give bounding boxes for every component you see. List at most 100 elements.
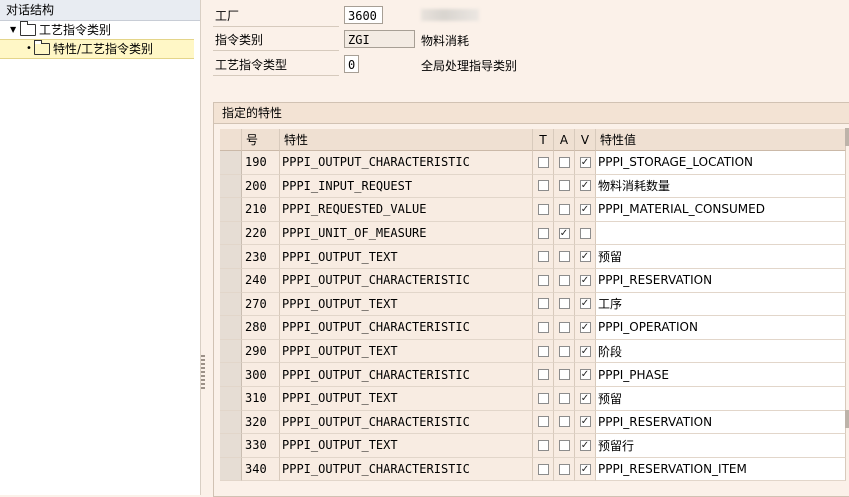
row-characteristic-value[interactable] (596, 221, 846, 246)
column-header-v[interactable]: V (575, 129, 596, 151)
checkbox-t[interactable] (537, 227, 549, 239)
row-number[interactable]: 300 (242, 363, 280, 387)
row-select-button[interactable] (220, 174, 242, 199)
order-category-type-field[interactable]: 0 (344, 55, 359, 73)
row-number[interactable]: 280 (242, 316, 280, 340)
row-characteristic-value[interactable]: PPPI_OPERATION (596, 316, 846, 340)
checkbox-t[interactable] (537, 274, 549, 286)
row-number[interactable]: 230 (242, 245, 280, 269)
row-select-button[interactable] (220, 245, 242, 269)
row-characteristic-value[interactable]: 预留行 (596, 434, 846, 458)
row-characteristic[interactable]: PPPI_INPUT_REQUEST (280, 174, 533, 199)
checkbox-t[interactable] (537, 156, 549, 168)
column-header-a[interactable]: A (554, 129, 575, 151)
scrollbar-thumb-top[interactable] (845, 128, 849, 146)
checkbox-t[interactable] (537, 345, 549, 357)
table-row[interactable]: 330 PPPI_OUTPUT_TEXT ✓ 预留行 (220, 434, 846, 458)
checkbox-v[interactable]: ✓ (579, 251, 591, 263)
row-select-button[interactable] (220, 363, 242, 387)
table-row[interactable]: 340 PPPI_OUTPUT_CHARACTERISTIC ✓ PPPI_RESER… (220, 457, 846, 482)
row-select-button[interactable] (220, 386, 242, 411)
table-row[interactable]: 200 PPPI_INPUT_REQUEST ✓ 物料消耗数量 (220, 174, 846, 199)
row-characteristic[interactable]: PPPI_OUTPUT_TEXT (280, 386, 533, 411)
row-characteristic-value[interactable]: PPPI_STORAGE_LOCATION (596, 151, 846, 175)
checkbox-v[interactable]: ✓ (579, 392, 591, 404)
checkbox-a[interactable] (558, 180, 570, 192)
row-characteristic-value[interactable]: 工序 (596, 292, 846, 317)
table-row[interactable]: 310 PPPI_OUTPUT_TEXT ✓ 预留 (220, 386, 846, 411)
row-number[interactable]: 220 (242, 221, 280, 246)
checkbox-a[interactable] (558, 345, 570, 357)
column-header-characteristic[interactable]: 特性 (280, 129, 533, 151)
row-characteristic-value[interactable]: PPPI_PHASE (596, 363, 846, 387)
checkbox-t[interactable] (537, 180, 549, 192)
checkbox-t[interactable] (537, 392, 549, 404)
plant-field[interactable]: 3600 (344, 6, 383, 24)
checkbox-v[interactable]: ✓ (579, 463, 591, 475)
checkbox-v[interactable]: ✓ (579, 439, 591, 451)
row-characteristic[interactable]: PPPI_OUTPUT_TEXT (280, 339, 533, 364)
checkbox-a[interactable] (558, 203, 570, 215)
checkbox-t[interactable] (537, 416, 549, 428)
tree-node-characteristics[interactable]: • 特性/工艺指令类别 (0, 39, 194, 59)
checkbox-v[interactable]: ✓ (579, 416, 591, 428)
checkbox-a[interactable] (558, 321, 570, 333)
tree-node-order-category[interactable]: ▼ 工艺指令类别 (0, 21, 200, 39)
row-characteristic[interactable]: PPPI_OUTPUT_CHARACTERISTIC (280, 151, 533, 175)
row-select-button[interactable] (220, 410, 242, 435)
checkbox-t[interactable] (537, 463, 549, 475)
checkbox-v[interactable] (579, 227, 591, 239)
checkbox-t[interactable] (537, 321, 549, 333)
row-characteristic-value[interactable]: PPPI_RESERVATION (596, 410, 846, 435)
row-number[interactable]: 290 (242, 339, 280, 364)
row-number[interactable]: 210 (242, 198, 280, 222)
row-characteristic[interactable]: PPPI_OUTPUT_CHARACTERISTIC (280, 410, 533, 435)
checkbox-a[interactable] (558, 274, 570, 286)
checkbox-a[interactable] (558, 369, 570, 381)
checkbox-v[interactable]: ✓ (579, 274, 591, 286)
checkbox-v[interactable]: ✓ (579, 203, 591, 215)
checkbox-t[interactable] (537, 298, 549, 310)
row-number[interactable]: 320 (242, 410, 280, 435)
checkbox-t[interactable] (537, 439, 549, 451)
checkbox-a[interactable] (558, 392, 570, 404)
checkbox-a[interactable] (558, 439, 570, 451)
row-select-button[interactable] (220, 198, 242, 222)
row-select-button[interactable] (220, 268, 242, 293)
table-row[interactable]: 230 PPPI_OUTPUT_TEXT ✓ 预留 (220, 245, 846, 269)
checkbox-a[interactable]: ✓ (558, 227, 570, 239)
row-characteristic[interactable]: PPPI_OUTPUT_CHARACTERISTIC (280, 457, 533, 482)
checkbox-a[interactable] (558, 251, 570, 263)
row-select-button[interactable] (220, 457, 242, 482)
column-header-t[interactable]: T (533, 129, 554, 151)
row-number[interactable]: 310 (242, 386, 280, 411)
row-number[interactable]: 340 (242, 457, 280, 482)
checkbox-v[interactable]: ✓ (579, 345, 591, 357)
row-characteristic[interactable]: PPPI_OUTPUT_CHARACTERISTIC (280, 268, 533, 293)
column-header-number[interactable]: 号 (242, 129, 280, 151)
table-row[interactable]: 210 PPPI_REQUESTED_VALUE ✓ PPPI_MATERIAL_CO… (220, 198, 846, 222)
checkbox-a[interactable] (558, 463, 570, 475)
checkbox-t[interactable] (537, 251, 549, 263)
row-select-button[interactable] (220, 339, 242, 364)
row-characteristic-value[interactable]: PPPI_RESERVATION_ITEM (596, 457, 846, 482)
order-category-field[interactable]: ZGI (344, 30, 415, 48)
row-select-button[interactable] (220, 292, 242, 317)
checkbox-v[interactable]: ✓ (579, 156, 591, 168)
checkbox-v[interactable]: ✓ (579, 321, 591, 333)
row-characteristic[interactable]: PPPI_OUTPUT_TEXT (280, 434, 533, 458)
row-characteristic-value[interactable]: 预留 (596, 245, 846, 269)
row-number[interactable]: 200 (242, 174, 280, 199)
checkbox-a[interactable] (558, 156, 570, 168)
row-select-button[interactable] (220, 221, 242, 246)
checkbox-t[interactable] (537, 369, 549, 381)
expand-arrow-icon[interactable]: ▼ (10, 21, 20, 39)
row-select-button[interactable] (220, 316, 242, 340)
scrollbar-thumb-bottom[interactable] (845, 410, 849, 428)
row-characteristic-value[interactable]: 物料消耗数量 (596, 174, 846, 199)
table-row[interactable]: 280 PPPI_OUTPUT_CHARACTERISTIC ✓ PPPI_OPERA… (220, 316, 846, 340)
checkbox-t[interactable] (537, 203, 549, 215)
row-characteristic[interactable]: PPPI_OUTPUT_CHARACTERISTIC (280, 363, 533, 387)
checkbox-a[interactable] (558, 298, 570, 310)
checkbox-v[interactable]: ✓ (579, 369, 591, 381)
